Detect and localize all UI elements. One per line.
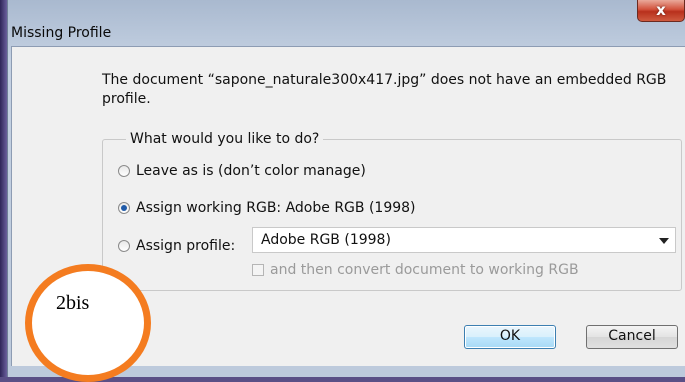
convert-checkbox[interactable] [252, 264, 264, 276]
title-bar[interactable]: Missing Profile x [8, 0, 685, 41]
desktop-edge [0, 0, 7, 377]
option-leave-as-is[interactable]: Leave as is (don’t color manage) [118, 161, 366, 181]
close-button[interactable]: x [637, 0, 685, 22]
ok-button[interactable]: OK [464, 325, 556, 349]
cancel-button[interactable]: Cancel [586, 325, 678, 349]
option-leave-as-is-label: Leave as is (don’t color manage) [136, 163, 366, 179]
dialog-title: Missing Profile [11, 25, 112, 41]
convert-checkbox-label: and then convert document to working RGB [270, 262, 579, 278]
annotation-circle [25, 264, 151, 382]
option-assign-profile-label: Assign profile: [136, 238, 236, 254]
convert-to-working-rgb-option[interactable]: and then convert document to working RGB [252, 262, 579, 278]
close-icon: x [656, 1, 666, 19]
chevron-down-icon[interactable] [659, 238, 669, 244]
profile-select[interactable]: Adobe RGB (1998) [252, 227, 676, 253]
annotation-label: 2bis [56, 292, 90, 314]
option-assign-working-rgb-label: Assign working RGB: Adobe RGB (1998) [136, 200, 416, 216]
option-assign-working-rgb[interactable]: Assign working RGB: Adobe RGB (1998) [118, 198, 416, 218]
options-group-legend: What would you like to do? [126, 131, 324, 147]
profile-select-value: Adobe RGB (1998) [261, 232, 391, 248]
option-assign-profile[interactable]: Assign profile: [118, 236, 235, 256]
missing-profile-message: The document “sapone_naturale300x417.jpg… [102, 72, 667, 107]
radio-assign-working-rgb[interactable] [118, 202, 130, 214]
radio-assign-profile[interactable] [118, 240, 130, 252]
radio-leave-as-is[interactable] [118, 165, 130, 177]
